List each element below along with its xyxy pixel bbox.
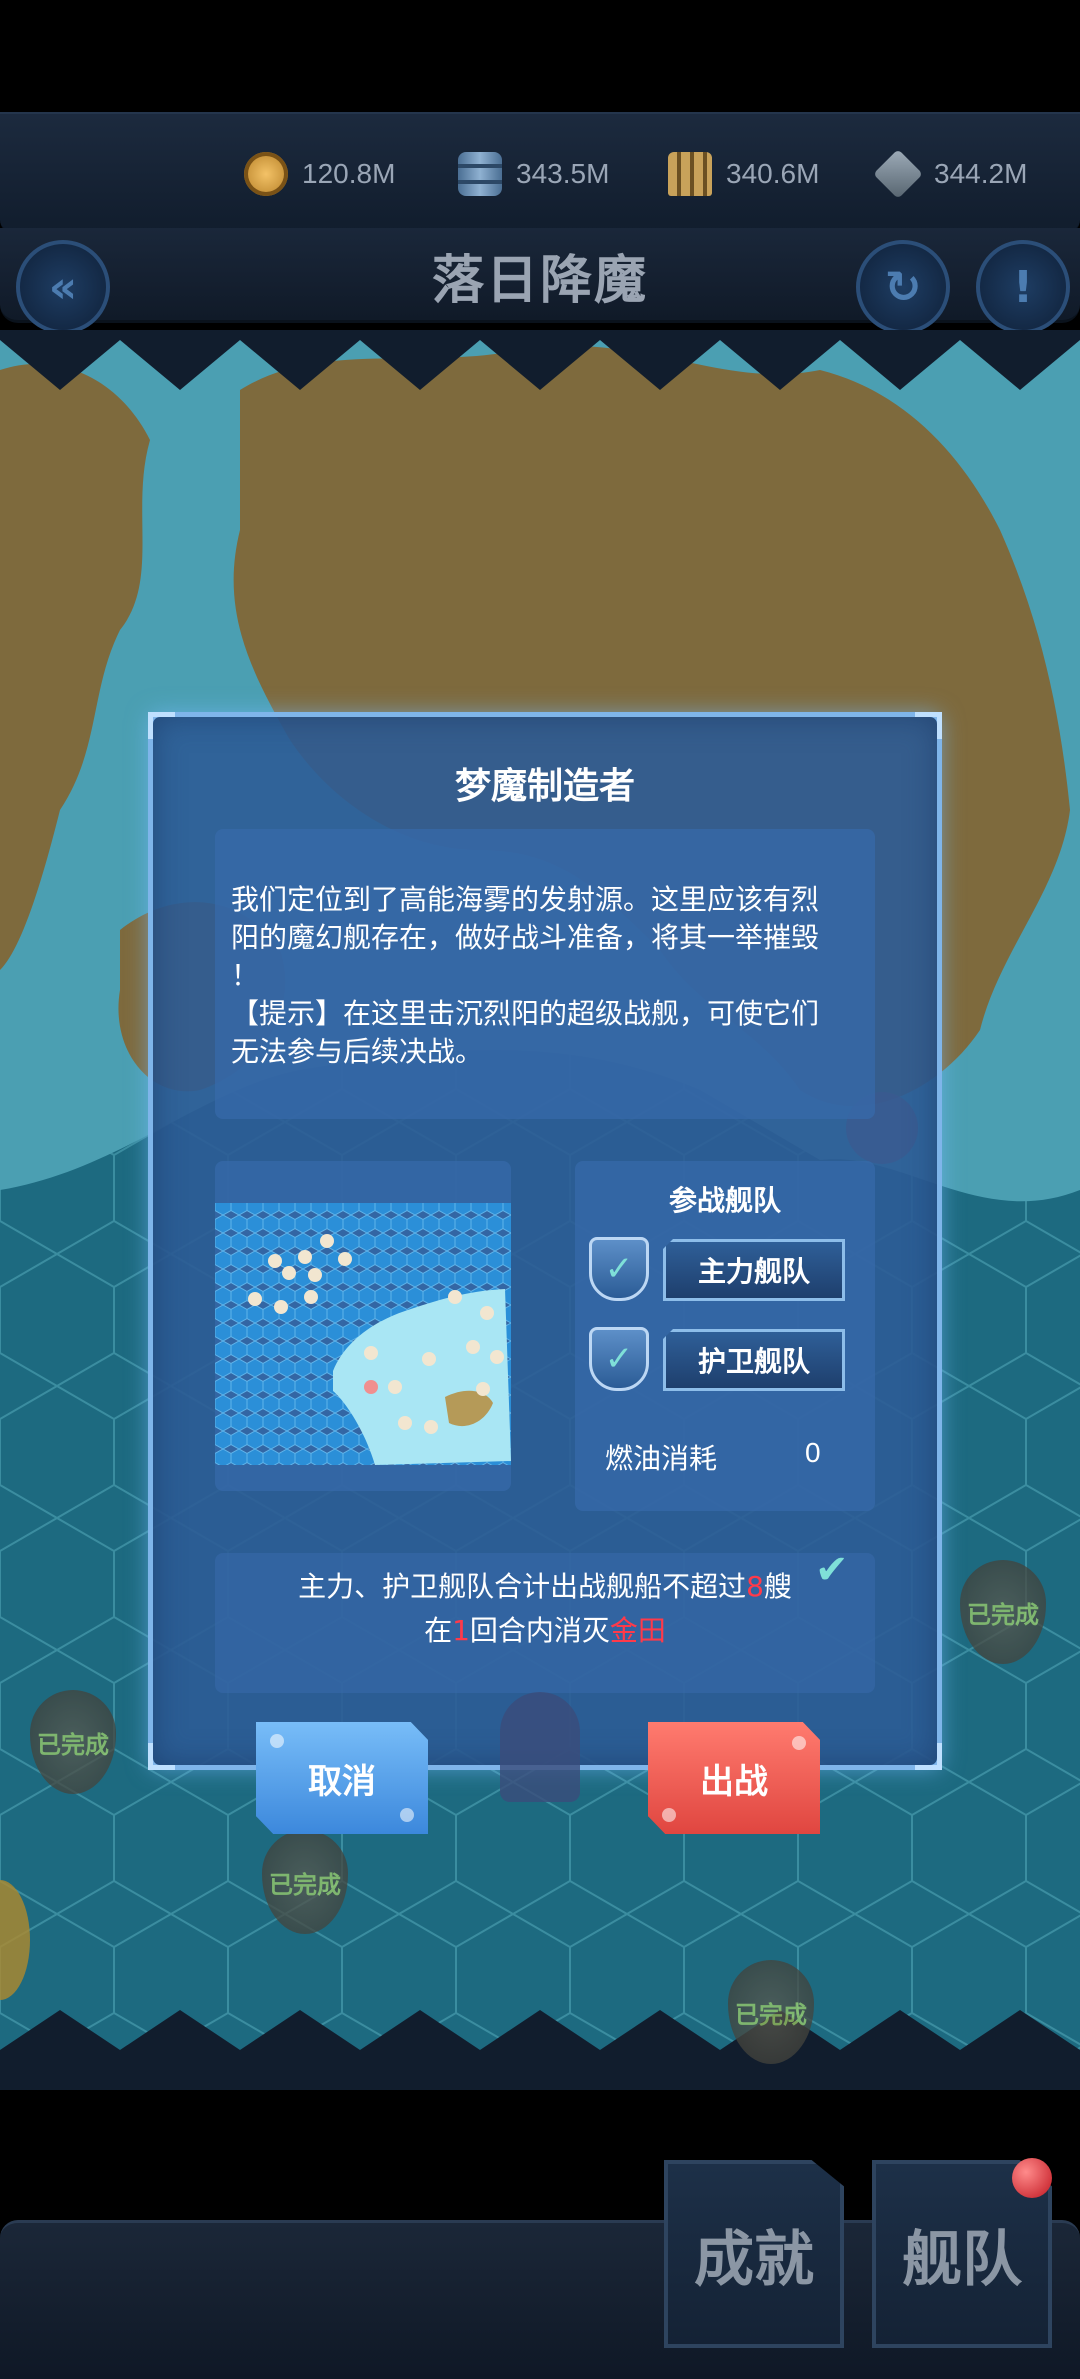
steel-icon — [873, 149, 923, 199]
bolt-decoration — [662, 1808, 676, 1822]
boss-stage-marker-icon[interactable] — [500, 1692, 580, 1802]
fleet-panel: 参战舰队 ✓ 主力舰队 ✓ 护卫舰队 燃油消耗 0 — [575, 1161, 875, 1511]
gold-coin-icon — [244, 152, 288, 196]
ship-limit-number: 8 — [746, 1570, 764, 1603]
resource-ammo: 340.6M — [668, 148, 819, 200]
achievements-button[interactable]: 成就 — [664, 2160, 844, 2348]
bolt-decoration — [792, 1736, 806, 1750]
bolt-decoration — [270, 1734, 284, 1748]
completed-label: 已完成 — [37, 1730, 109, 1759]
escort-fleet-button[interactable]: 护卫舰队 — [663, 1329, 845, 1391]
description-box: 我们定位到了高能海雾的发射源。这里应该有烈 阳的魔幻舰存在，做好战斗准备，将其一… — [215, 829, 875, 1119]
fuel-cost-value: 0 — [805, 1437, 821, 1468]
frame-corner — [148, 1743, 175, 1770]
condition-text: 艘 — [763, 1570, 792, 1603]
info-button[interactable]: ! — [976, 240, 1070, 334]
sortie-button[interactable]: 出战 — [648, 1722, 820, 1834]
completed-label: 已完成 — [735, 2000, 807, 2029]
title-bar: « 落日降魔 ↻ ! — [0, 228, 1080, 334]
oil-barrel-icon — [458, 152, 502, 196]
fleet-panel-title: 参战舰队 — [668, 1184, 781, 1217]
frame-corner — [915, 1743, 942, 1770]
ammo-icon — [668, 152, 712, 196]
victory-conditions: 主力、护卫舰队合计出战舰船不超过8艘 ✔ 在1回合内消灭金田 — [215, 1547, 875, 1693]
cancel-button[interactable]: 取消 — [256, 1722, 428, 1834]
frame-corner — [148, 712, 175, 739]
description-line: 阳的魔幻舰存在，做好战斗准备，将其一举摧毁 — [231, 921, 820, 954]
main-fleet-button[interactable]: 主力舰队 — [663, 1239, 845, 1301]
dialog-title: 梦魔制造者 — [454, 766, 635, 807]
resource-oil: 343.5M — [458, 148, 609, 200]
notification-dot-icon — [1012, 2158, 1052, 2198]
condition-text: 回合内消灭 — [469, 1614, 610, 1647]
stage-dialog: 梦魔制造者 我们定位到了高能海雾的发射源。这里应该有烈 阳的魔幻舰存在，做好战斗… — [148, 712, 942, 1770]
fuel-cost-label: 燃油消耗 — [605, 1442, 718, 1475]
fleet-label: 舰队 — [902, 2224, 1022, 2295]
stage-minimap — [215, 1161, 511, 1491]
refresh-button[interactable]: ↻ — [856, 240, 950, 334]
resource-gold: 120.8M — [244, 148, 395, 200]
frame-corner — [915, 712, 942, 739]
resource-steel: 344.2M — [873, 148, 1028, 200]
ammo-value: 340.6M — [726, 158, 820, 189]
exclamation-icon: ! — [1012, 261, 1034, 313]
escort-fleet-check-icon[interactable]: ✓ — [589, 1327, 649, 1391]
condition-text: 主力、护卫舰队合计出战舰船不超过 — [298, 1570, 747, 1603]
description-line: 我们定位到了高能海雾的发射源。这里应该有烈 — [231, 883, 820, 916]
minimap-image — [215, 1203, 511, 1465]
completed-label: 已完成 — [269, 1870, 341, 1899]
refresh-icon: ↻ — [884, 261, 922, 313]
bolt-decoration — [400, 1808, 414, 1822]
oil-value: 343.5M — [516, 158, 610, 189]
description-line: 【提示】在这里击沉烈阳的超级战舰，可使它们 — [231, 997, 820, 1030]
description-line: ！ — [231, 959, 260, 992]
gold-value: 120.8M — [302, 158, 396, 189]
main-fleet-check-icon[interactable]: ✓ — [589, 1237, 649, 1301]
condition-met-check-icon: ✔ — [815, 1547, 849, 1593]
description-line: 无法参与后续决战。 — [231, 1035, 484, 1068]
completed-label: 已完成 — [967, 1600, 1039, 1629]
condition-text: 在 — [424, 1614, 453, 1647]
cancel-label: 取消 — [308, 1761, 376, 1802]
achievements-label: 成就 — [694, 2224, 814, 2295]
target-name: 金田 — [609, 1614, 666, 1647]
resource-bar: 120.8M 343.5M 340.6M 344.2M — [0, 112, 1080, 234]
condition-line-1: 主力、护卫舰队合计出战舰船不超过8艘 — [215, 1567, 875, 1607]
sortie-label: 出战 — [700, 1761, 768, 1802]
turn-limit-number: 1 — [452, 1614, 470, 1647]
condition-line-2: 在1回合内消灭金田 — [215, 1611, 875, 1651]
steel-value: 344.2M — [934, 158, 1028, 189]
